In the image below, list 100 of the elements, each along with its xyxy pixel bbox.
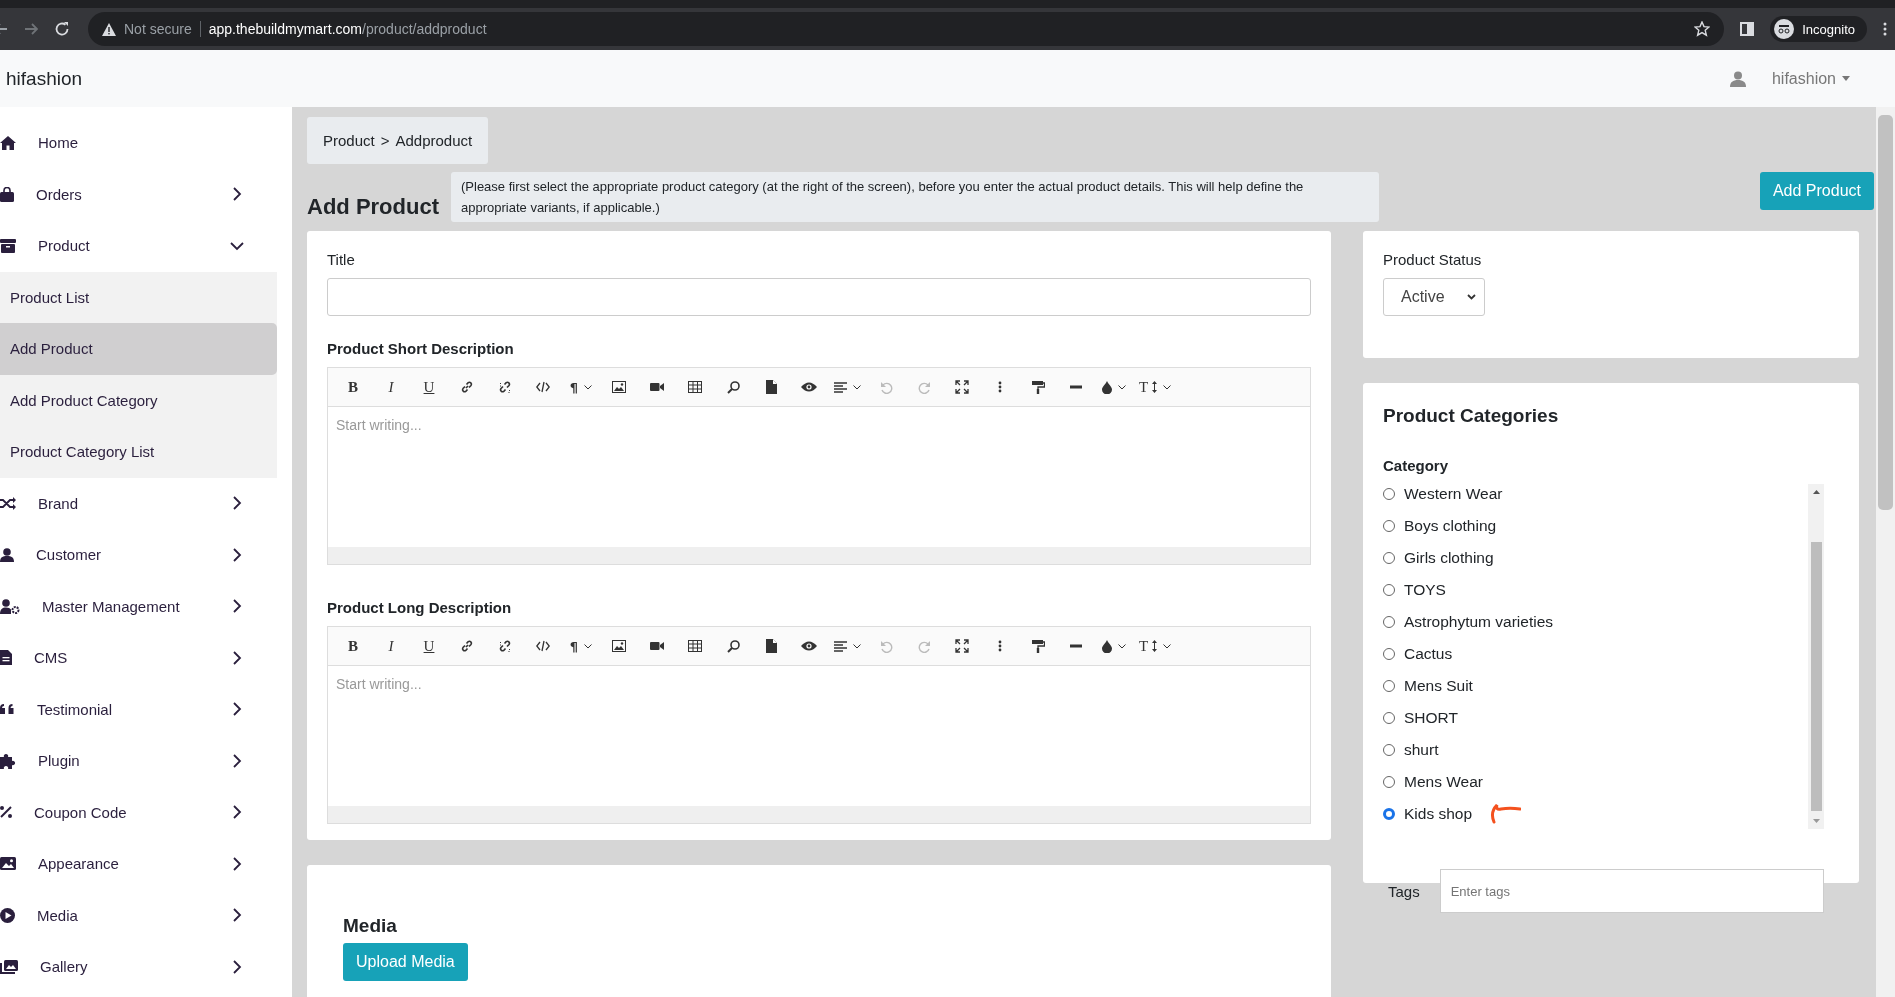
sidebar-item[interactable]: Plugin — [0, 735, 277, 787]
editor-area[interactable]: Start writing... — [327, 407, 1311, 547]
puzzle-icon — [0, 752, 16, 769]
user-gear-icon — [0, 598, 20, 614]
vertical-dots-icon — [998, 640, 1002, 652]
sidebar-item[interactable]: Product — [0, 220, 277, 272]
unlink-icon — [498, 380, 512, 394]
submenu-item[interactable]: Add Product — [0, 323, 277, 375]
status-select[interactable]: Active — [1383, 278, 1485, 316]
percent-icon — [0, 806, 12, 819]
user-menu[interactable]: hifashion — [1771, 69, 1850, 88]
forward-icon[interactable] — [24, 22, 38, 36]
image-icon — [612, 381, 626, 393]
submenu-item[interactable]: Product List — [0, 271, 277, 323]
search-icon — [726, 380, 740, 394]
toolbar-button[interactable]: U — [410, 631, 448, 661]
code-icon — [536, 640, 550, 652]
radio-label[interactable]: Mens Wear — [1404, 773, 1483, 791]
profile-label: Incognito — [1802, 21, 1855, 37]
editor-area[interactable]: Start writing... — [327, 666, 1311, 806]
sidebar-item[interactable]: Testimonial — [0, 683, 277, 735]
toolbar-button[interactable]: B — [334, 631, 372, 661]
breadcrumb-link[interactable]: Addproduct — [395, 132, 473, 149]
vertical-dots-icon — [998, 381, 1002, 393]
more-icon[interactable] — [1883, 22, 1887, 36]
code-icon — [536, 381, 550, 393]
search-icon — [726, 639, 740, 653]
undo-icon — [879, 639, 893, 653]
user-icon — [1729, 70, 1746, 87]
align-icon — [834, 640, 847, 652]
section-title: Media — [343, 915, 398, 937]
breadcrumb-link[interactable]: Product — [323, 132, 375, 149]
radio-label[interactable]: Astrophytum varieties — [1404, 613, 1553, 631]
field-label: Category — [1383, 457, 1449, 474]
quote-icon — [0, 704, 15, 715]
reload-icon[interactable] — [54, 21, 70, 37]
radio-label[interactable]: Cactus — [1404, 645, 1453, 663]
toolbar-button[interactable]: I — [372, 372, 410, 402]
up-arrow-icon — [1812, 490, 1820, 494]
sidebar-item[interactable]: Coupon Code — [0, 786, 277, 838]
scrollbar[interactable] — [1808, 484, 1824, 829]
radio-label[interactable]: Girls clothing — [1404, 549, 1494, 567]
bag-icon — [0, 186, 14, 202]
link-icon — [460, 380, 474, 394]
scrollbar-thumb[interactable] — [1810, 542, 1822, 811]
scrollbar[interactable] — [1876, 107, 1895, 997]
toolbar-button[interactable]: T — [1133, 372, 1178, 402]
toolbar-button[interactable]: I — [372, 631, 410, 661]
address-bar[interactable]: Not secure app.thebuildmymart.com/product/addproduct — [88, 12, 1725, 46]
expand-icon — [955, 639, 969, 653]
chevron-down-icon — [1466, 294, 1476, 300]
sidebar-item[interactable]: Gallery — [0, 941, 277, 993]
side-panel-icon[interactable] — [1740, 22, 1755, 36]
scrollbar-thumb[interactable] — [1878, 115, 1893, 510]
toolbar-button[interactable]: T — [1133, 631, 1178, 661]
radio-label[interactable]: SHORT — [1404, 709, 1458, 727]
video-camera-icon — [650, 382, 664, 392]
video-camera-icon — [650, 641, 664, 651]
field-label: Product Short Description — [327, 340, 515, 357]
section-title: Product Categories — [1383, 405, 1560, 427]
tags-field[interactable]: Enter tags — [1439, 869, 1824, 913]
toolbar-button[interactable]: B — [334, 372, 372, 402]
breadcrumb-separator: > — [380, 132, 390, 149]
star-icon[interactable] — [1694, 21, 1711, 37]
sidebar-item[interactable]: Orders — [0, 168, 277, 220]
brand-name[interactable]: hifashion — [6, 67, 83, 90]
sidebar-item[interactable]: Master Management — [0, 580, 277, 632]
toolbar-button[interactable]: ¶ — [562, 631, 600, 661]
radio-label[interactable]: Western Wear — [1404, 485, 1503, 503]
drop-icon — [1102, 639, 1112, 653]
sidebar-item[interactable]: CMS — [0, 632, 277, 684]
sidebar-item[interactable]: Home — [0, 117, 277, 169]
shuffle-icon — [0, 496, 16, 510]
field-label: Tags — [1388, 882, 1420, 900]
sidebar-item[interactable]: Media — [0, 889, 277, 941]
radio-label[interactable]: Boys clothing — [1404, 517, 1497, 535]
url-text: app.thebuildmymart.com/product/addproduct — [208, 21, 487, 37]
sidebar-item[interactable]: Customer — [0, 529, 277, 581]
sidebar-item[interactable]: Brand — [0, 477, 277, 529]
undo-icon — [879, 380, 893, 394]
radio-label[interactable]: Mens Suit — [1404, 677, 1473, 695]
file-icon — [765, 380, 777, 394]
expand-icon — [955, 380, 969, 394]
eye-icon — [801, 641, 817, 651]
toolbar-button[interactable]: U — [410, 372, 448, 402]
incognito-icon — [1774, 19, 1795, 39]
redo-icon — [917, 380, 931, 394]
notice-text: (Please first select the appropriate product category (at the right of the screen), before you enter the actual product details. This will help define the appropriate variants, if applicable.) — [451, 172, 1379, 222]
title-field[interactable] — [327, 278, 1311, 316]
radio-button[interactable] — [1383, 808, 1395, 820]
align-icon — [834, 381, 847, 393]
radio-label[interactable]: Kids shop — [1404, 805, 1473, 823]
radio-label[interactable]: TOYS — [1404, 581, 1446, 599]
toolbar-button[interactable]: ¶ — [562, 372, 600, 402]
radio-label[interactable]: shurt — [1404, 741, 1439, 759]
warning-icon — [102, 22, 116, 36]
sidebar-item[interactable]: Appearance — [0, 838, 277, 890]
table-icon — [688, 381, 702, 393]
submenu-item[interactable]: Product Category List — [0, 426, 277, 478]
submenu-item[interactable]: Add Product Category — [0, 374, 277, 426]
